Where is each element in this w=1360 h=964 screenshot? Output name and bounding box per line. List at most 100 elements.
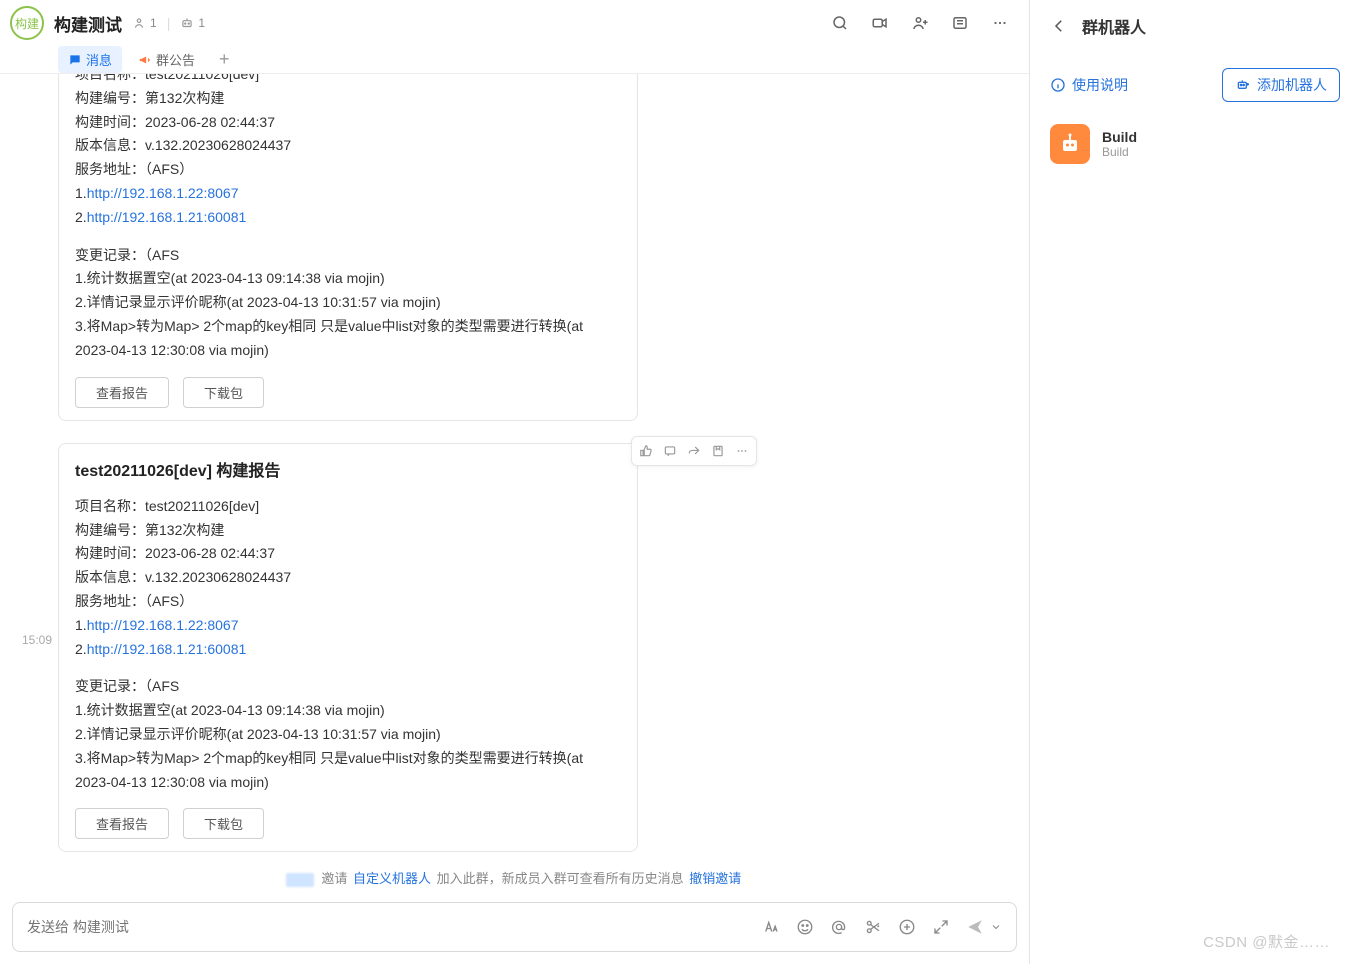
changelog-item: 2.详情记录显示评价昵称(at 2023-04-13 10:31:57 via … (75, 291, 621, 315)
group-avatar: 构建 (10, 6, 44, 40)
value: （AFS） (145, 593, 193, 609)
label: 服务地址： (75, 161, 145, 177)
link-prefix: 1. (75, 185, 87, 201)
label: 构建时间： (75, 545, 145, 561)
member-count[interactable]: 1 (132, 16, 157, 30)
value: 2023-06-28 02:44:37 (145, 114, 275, 130)
label: 变更记录： (75, 247, 145, 263)
add-robot-label: 添加机器人 (1257, 75, 1327, 95)
emoji-icon[interactable] (796, 918, 814, 936)
build-report-card: 项目名称：test20211026[dev] 构建编号：第132次构建 构建时间… (58, 74, 638, 421)
value: v.132.20230628024437 (145, 137, 291, 153)
chat-bubble-icon (68, 53, 82, 67)
link-prefix: 1. (75, 617, 87, 633)
label: 服务地址： (75, 593, 145, 609)
user-icon (132, 16, 146, 30)
link-prefix: 2. (75, 641, 87, 657)
back-icon[interactable] (1050, 17, 1068, 35)
tabs: 消息 群公告 + (10, 40, 1019, 73)
usage-link[interactable]: 使用说明 (1050, 75, 1128, 95)
message-row: 15:09 test20211026[dev] 构建报告 项目名称：test20… (0, 439, 1029, 857)
like-icon[interactable] (634, 439, 658, 463)
bookmark-icon[interactable] (706, 439, 730, 463)
side-panel-title: 群机器人 (1082, 14, 1146, 38)
add-user-icon[interactable] (911, 14, 929, 32)
more-icon[interactable] (991, 14, 1009, 32)
value: 2023-06-28 02:44:37 (145, 545, 275, 561)
bot-count[interactable]: 1 (180, 16, 205, 30)
download-button[interactable]: 下载包 (183, 377, 264, 408)
message-hover-toolbar (631, 436, 757, 466)
reply-icon[interactable] (658, 439, 682, 463)
watermark: CSDN @默金…… (1203, 931, 1330, 952)
mention-icon[interactable] (830, 918, 848, 936)
search-icon[interactable] (831, 14, 849, 32)
robot-link[interactable]: 自定义机器人 (353, 871, 431, 886)
label: 项目名称： (75, 74, 145, 82)
tab-messages[interactable]: 消息 (58, 46, 122, 73)
label: 项目名称： (75, 498, 145, 514)
add-tab-button[interactable]: + (211, 49, 238, 70)
build-report-card: test20211026[dev] 构建报告 项目名称：test20211026… (58, 443, 638, 853)
expand-icon[interactable] (932, 918, 950, 936)
value: （AFS (145, 678, 179, 694)
plus-circle-icon[interactable] (898, 918, 916, 936)
info-icon (1050, 77, 1066, 93)
video-icon[interactable] (871, 14, 889, 32)
bot-list-item[interactable]: Build Build (1050, 124, 1340, 164)
message-time (14, 74, 52, 421)
tab-messages-label: 消息 (86, 50, 112, 69)
service-link-2[interactable]: http://192.168.1.21:60081 (87, 209, 247, 225)
view-report-button[interactable]: 查看报告 (75, 377, 169, 408)
text: 邀请 (321, 871, 351, 886)
more-icon[interactable] (730, 439, 754, 463)
download-button[interactable]: 下载包 (183, 808, 264, 839)
forward-icon[interactable] (682, 439, 706, 463)
side-panel: 群机器人 使用说明 添加机器人 Build Build (1030, 0, 1360, 964)
changelog-item: 1.统计数据置空(at 2023-04-13 09:14:38 via moji… (75, 699, 621, 723)
panel-icon[interactable] (951, 14, 969, 32)
robot-icon (1058, 132, 1082, 156)
value: （AFS） (145, 161, 193, 177)
changelog-item: 3.将Map>转为Map> 2个map的key相同 只是value中list对象… (75, 315, 621, 363)
link-prefix: 2. (75, 209, 87, 225)
service-link-2[interactable]: http://192.168.1.21:60081 (87, 641, 247, 657)
scissors-icon[interactable] (864, 918, 882, 936)
view-report-button[interactable]: 查看报告 (75, 808, 169, 839)
service-link-1[interactable]: http://192.168.1.22:8067 (87, 185, 239, 201)
chevron-down-icon[interactable] (990, 921, 1002, 933)
label: 版本信息： (75, 569, 145, 585)
label: 版本信息： (75, 137, 145, 153)
changelog-item: 1.统计数据置空(at 2023-04-13 09:14:38 via moji… (75, 267, 621, 291)
revoke-invite-link[interactable]: 撤销邀请 (689, 871, 741, 886)
bot-description: Build (1102, 145, 1137, 159)
add-robot-button[interactable]: 添加机器人 (1222, 68, 1340, 102)
value: 第132次构建 (145, 522, 224, 538)
card-title: test20211026[dev] 构建报告 (75, 458, 621, 485)
chat-title: 构建测试 (54, 11, 122, 36)
value: v.132.20230628024437 (145, 569, 291, 585)
label: 变更记录： (75, 678, 145, 694)
bot-name: Build (1102, 129, 1137, 145)
service-link-1[interactable]: http://192.168.1.22:8067 (87, 617, 239, 633)
value: 第132次构建 (145, 90, 224, 106)
label: 构建时间： (75, 114, 145, 130)
bot-avatar (1050, 124, 1090, 164)
value: test20211026[dev] (145, 498, 259, 514)
message-input[interactable] (27, 919, 746, 935)
message-row: 项目名称：test20211026[dev] 构建编号：第132次构建 构建时间… (0, 74, 1029, 425)
send-icon[interactable] (966, 918, 984, 936)
font-icon[interactable] (762, 918, 780, 936)
label: 构建编号： (75, 90, 145, 106)
value: （AFS (145, 247, 179, 263)
system-message: 邀请 自定义机器人 加入此群，新成员入群可查看所有历史消息 撤销邀请 (0, 868, 1029, 887)
blurred-name (286, 873, 314, 887)
message-composer (12, 902, 1017, 952)
bot-count-value: 1 (198, 16, 205, 30)
tab-announce-label: 群公告 (156, 50, 195, 69)
value: test20211026[dev] (145, 74, 259, 82)
robot-plus-icon (1235, 77, 1251, 93)
robot-icon (180, 16, 194, 30)
tab-announce[interactable]: 群公告 (128, 46, 205, 73)
member-count-value: 1 (150, 16, 157, 30)
